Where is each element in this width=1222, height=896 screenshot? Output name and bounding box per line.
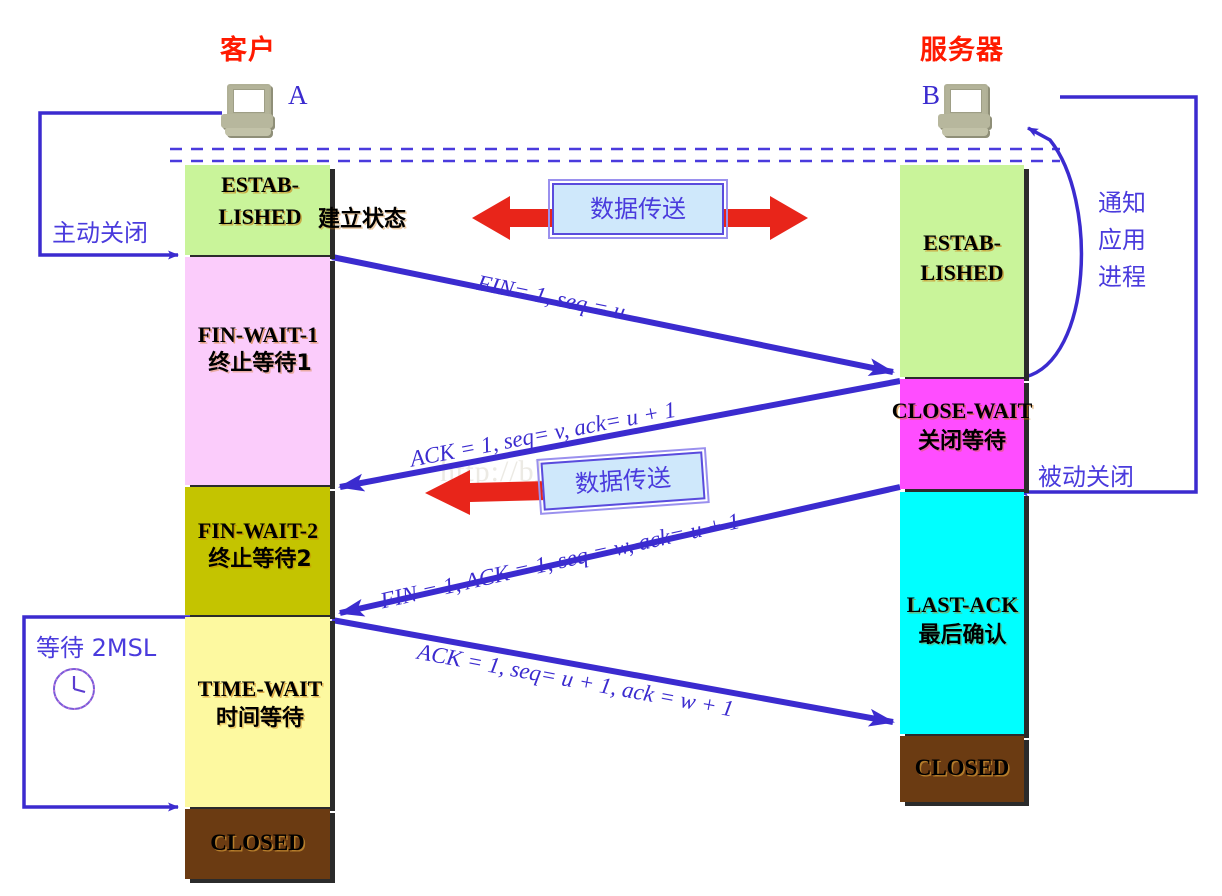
data-arrow-top-right — [722, 196, 808, 240]
dashed-separator-client — [170, 147, 1060, 163]
client-established-cn: 建立状态 — [318, 207, 407, 232]
message-label-fin2: FIN = 1, ACK = 1, seq = w, ack= u + 1 — [378, 508, 742, 614]
data-transfer-badge-top: 数据传送 — [548, 179, 728, 239]
monitor-base — [225, 128, 271, 136]
active-close-note: 主动关闭 — [52, 219, 148, 247]
monitor-base — [942, 128, 988, 136]
client-letter: A — [288, 80, 308, 110]
data-transfer-badge-bottom: 数据传送 — [536, 446, 710, 516]
server-state-closed — [900, 736, 1024, 802]
monitor-screen — [950, 89, 982, 113]
notify-app-line3: 进程 — [1098, 263, 1146, 291]
client-state-fin-wait-1 — [185, 257, 330, 485]
client-state-closed — [185, 809, 330, 879]
passive-close-note: 被动关闭 — [1038, 463, 1134, 491]
client-state-established — [185, 165, 330, 255]
monitor-screen — [233, 89, 265, 113]
client-computer-icon — [215, 84, 281, 138]
client-state-fin-wait-2 — [185, 487, 330, 615]
client-state-time-wait — [185, 617, 330, 807]
monitor-stand-body — [938, 114, 990, 128]
wait-2msl-note: 等待 2MSL — [36, 634, 157, 662]
server-state-close-wait — [900, 379, 1024, 489]
diagram-lines — [22, 95, 1198, 812]
server-letter: B — [922, 80, 941, 110]
clock-icon — [53, 668, 95, 710]
notify-app-curve — [1024, 126, 1084, 379]
passive-close-route — [1017, 95, 1198, 497]
client-title: 客户 — [220, 35, 276, 66]
message-label-ack2: ACK = 1, seq= u + 1, ack = w + 1 — [415, 639, 736, 722]
server-computer-icon — [932, 84, 998, 138]
tcp-termination-diagram: http://blog.csdn.net/ — [0, 0, 1222, 896]
data-arrow-top-left — [472, 196, 556, 240]
server-state-last-ack — [900, 492, 1024, 734]
server-state-established — [900, 165, 1024, 377]
notify-app-line1: 通知 — [1098, 189, 1146, 217]
message-arrow-ack2 — [331, 617, 895, 727]
message-label-fin1: FIN= 1, seq = u — [475, 270, 628, 325]
monitor-stand-body — [221, 114, 273, 128]
notify-app-line2: 应用 — [1098, 226, 1146, 254]
server-title: 服务器 — [920, 35, 1004, 66]
